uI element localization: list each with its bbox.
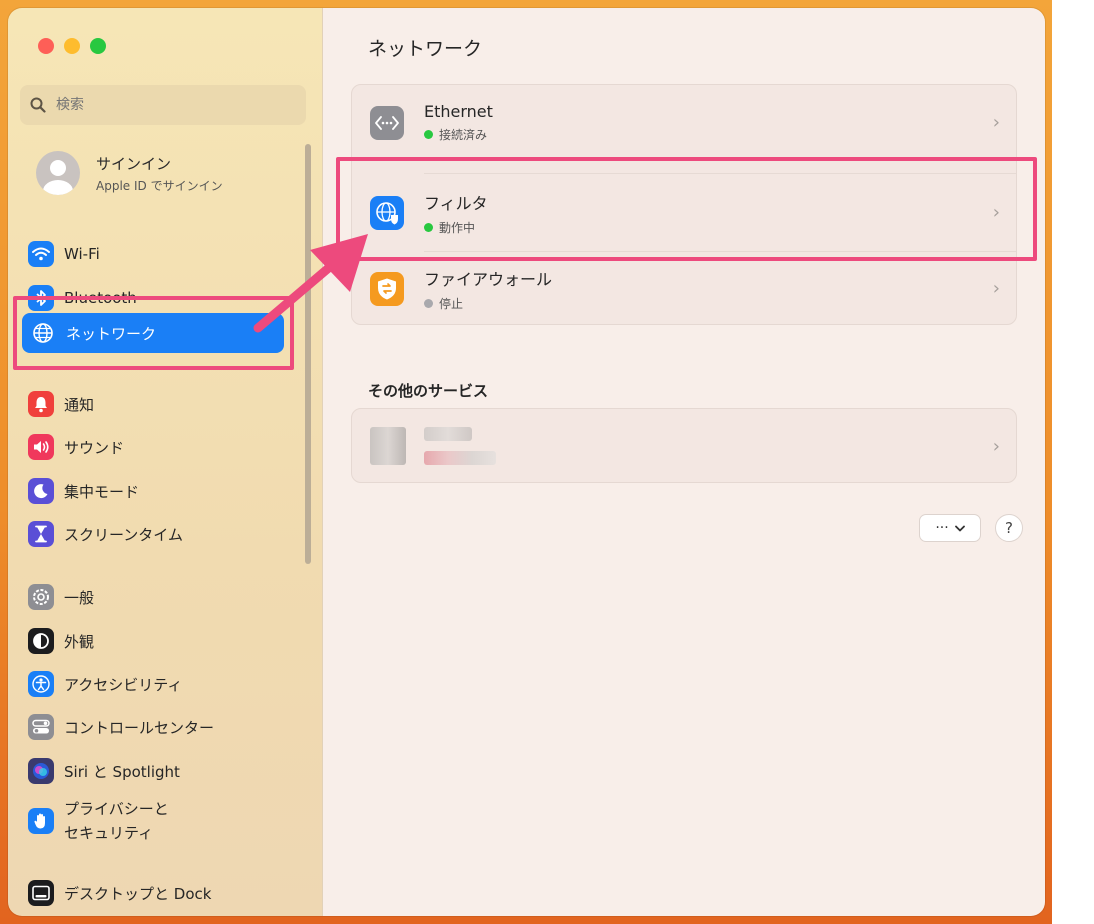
account-name: サインイン (96, 154, 172, 173)
chevron-down-icon (954, 525, 965, 531)
account-subtitle: Apple ID でサインイン (96, 178, 223, 193)
service-label: Ethernet (424, 102, 493, 121)
other-services-title: その他のサービス (368, 382, 489, 400)
appearance-icon (28, 628, 54, 654)
sidebar: サインイン Apple ID でサインイン Wi-Fi Bluet (8, 8, 323, 916)
sidebar-item-label: デスクトップと Dock (64, 884, 212, 903)
sidebar-item-label: 集中モード (64, 482, 140, 501)
sidebar-item-control-center[interactable]: コントロールセンター (28, 708, 288, 746)
close-window-button[interactable] (38, 38, 54, 54)
hand-icon (28, 808, 54, 834)
sidebar-item-label: Siri と Spotlight (64, 762, 180, 781)
accessibility-icon (28, 671, 54, 697)
siri-icon (28, 758, 54, 784)
zoom-window-button[interactable] (90, 38, 106, 54)
sidebar-item-siri[interactable]: Siri と Spotlight (28, 752, 288, 790)
dock-icon (28, 880, 54, 906)
blurred-service-label (424, 427, 472, 441)
switches-icon (28, 714, 54, 740)
sidebar-item-wifi[interactable]: Wi-Fi (28, 235, 288, 273)
sidebar-item-label: 通知 (64, 395, 95, 414)
service-row-firewall[interactable]: ファイアウォール 停止 › (352, 251, 1016, 326)
blurred-service-icon (370, 427, 406, 465)
other-services-group: › (351, 408, 1017, 483)
sidebar-item-label: 一般 (64, 588, 95, 607)
more-actions-button[interactable]: ··· (919, 514, 981, 542)
service-row-ethernet[interactable]: Ethernet 接続済み › (352, 85, 1016, 160)
chevron-right-icon: › (992, 436, 1000, 457)
sidebar-item-privacy[interactable]: プライバシーと セキュリティ (28, 796, 288, 846)
service-status: 停止 (424, 295, 552, 312)
magnifier-icon (30, 97, 46, 113)
traffic-lights (38, 38, 106, 54)
more-actions-label: ··· (935, 520, 949, 536)
help-button[interactable]: ? (995, 514, 1023, 542)
sidebar-scrollbar[interactable] (305, 144, 311, 564)
ethernet-icon (370, 105, 404, 140)
sidebar-item-desktop-dock[interactable]: デスクトップと Dock (28, 874, 288, 912)
chevron-right-icon: › (992, 112, 1000, 133)
sidebar-item-label: Wi-Fi (64, 245, 100, 263)
sidebar-item-label: アクセシビリティ (64, 675, 183, 694)
sidebar-item-label: プライバシーと (64, 800, 169, 818)
service-label: ファイアウォール (424, 269, 553, 289)
person-icon (36, 151, 80, 195)
bell-icon (28, 391, 54, 417)
page-title: ネットワーク (368, 38, 483, 60)
service-status-text: 停止 (439, 296, 464, 311)
sidebar-item-label-line2: セキュリティ (64, 824, 154, 842)
sidebar-item-label: スクリーンタイム (64, 525, 183, 544)
service-text: ファイアウォール 停止 (424, 266, 552, 312)
sidebar-item-accessibility[interactable]: アクセシビリティ (28, 665, 288, 703)
service-status: 接続済み (424, 126, 493, 143)
status-dot-connected (424, 130, 433, 139)
main-pane: ネットワーク Ethernet 接続済み › フィルタ 動作中 › ファイアウォ… (323, 8, 1045, 916)
search-input[interactable] (54, 96, 278, 114)
wifi-icon (28, 241, 54, 267)
sidebar-item-sound[interactable]: サウンド (28, 428, 288, 466)
sidebar-item-focus[interactable]: 集中モード (28, 472, 288, 510)
hourglass-icon (28, 521, 54, 547)
annotation-arrow-icon (253, 234, 368, 333)
sidebar-item-label: 外観 (64, 632, 95, 651)
highlight-filter-row (336, 157, 1037, 261)
sidebar-item-appearance[interactable]: 外観 (28, 622, 288, 660)
service-text: Ethernet 接続済み (424, 102, 493, 143)
service-status-text: 接続済み (439, 128, 488, 142)
settings-window: サインイン Apple ID でサインイン Wi-Fi Bluet (8, 8, 1045, 916)
speaker-icon (28, 434, 54, 460)
minimize-window-button[interactable] (64, 38, 80, 54)
service-row-blurred[interactable]: › (352, 409, 1016, 484)
sidebar-search[interactable] (20, 85, 306, 125)
sidebar-item-label: サウンド (64, 438, 125, 457)
account-signin[interactable]: サインイン Apple ID でサインイン (36, 151, 223, 195)
gear-icon (28, 584, 54, 610)
blurred-service-status (424, 451, 496, 465)
status-dot-inactive (424, 298, 433, 308)
moon-icon (28, 478, 54, 504)
sidebar-item-screentime[interactable]: スクリーンタイム (28, 515, 288, 553)
chevron-right-icon: › (992, 278, 1000, 299)
sidebar-item-notifications[interactable]: 通知 (28, 385, 288, 423)
sidebar-item-label: コントロールセンター (64, 718, 215, 737)
sidebar-item-general[interactable]: 一般 (28, 578, 288, 616)
